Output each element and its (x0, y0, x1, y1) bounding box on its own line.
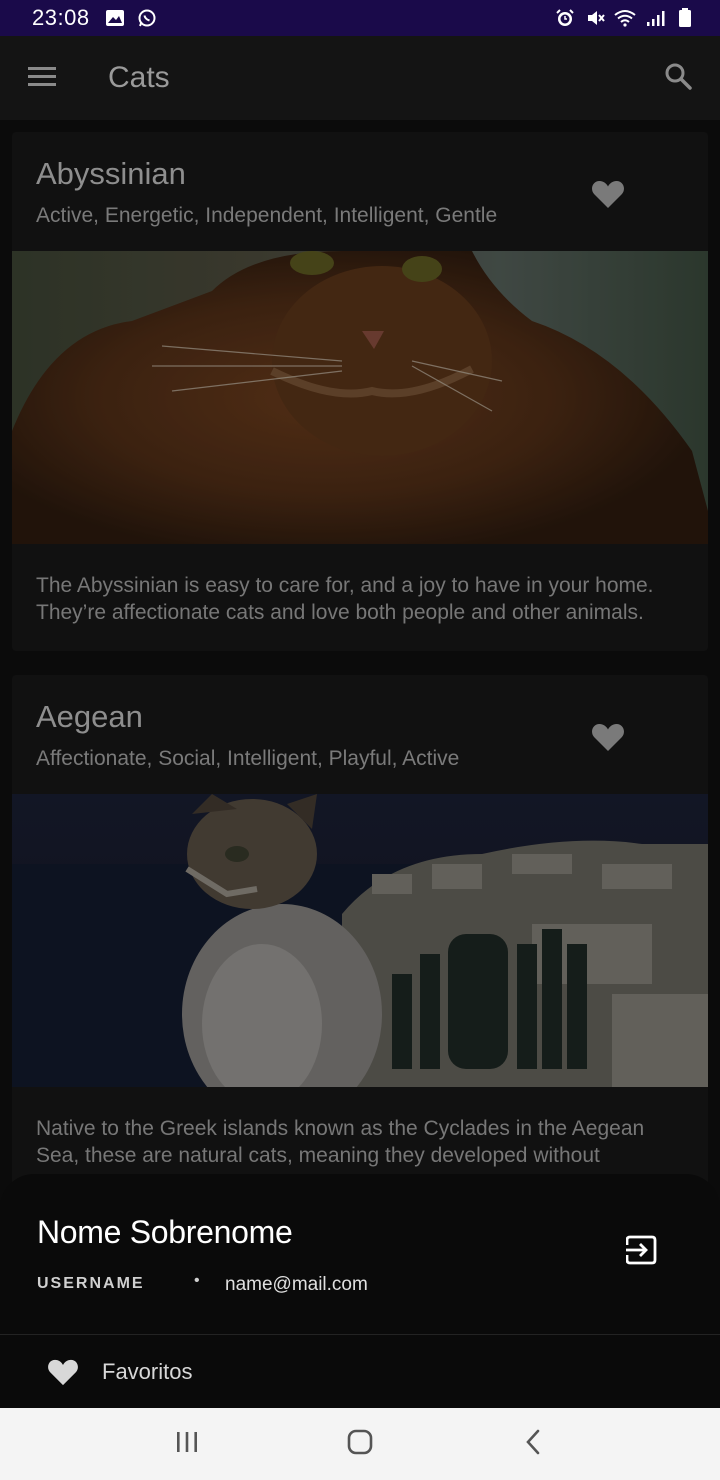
heart-icon (46, 1357, 80, 1387)
status-left-icons (104, 7, 158, 29)
recent-apps-button[interactable] (157, 1414, 217, 1474)
favorite-button[interactable] (580, 168, 636, 224)
card-header: Aegean Affectionate, Social, Intelligent… (12, 675, 708, 794)
menu-item-favoritos[interactable]: Favoritos (0, 1335, 720, 1408)
description-line: They’re affectionate cats and love both … (36, 601, 644, 624)
page-title: Cats (108, 61, 170, 94)
app-bar: Cats (0, 36, 720, 120)
favorite-button[interactable] (580, 711, 636, 767)
search-button[interactable] (636, 36, 720, 120)
gallery-icon (104, 7, 126, 29)
cat-description: The Abyssinian is easy to care for, and … (12, 544, 708, 626)
heart-icon (591, 179, 625, 214)
logout-icon (625, 1235, 658, 1270)
search-icon (664, 62, 692, 95)
navigation-bottom-sheet: Nome Sobrenome USERNAME • name@mail.com … (0, 1174, 720, 1408)
back-button[interactable] (503, 1414, 563, 1474)
recent-apps-icon (174, 1430, 200, 1459)
menu-button[interactable] (0, 36, 84, 120)
logout-button[interactable] (612, 1226, 672, 1278)
menu-item-label: Favoritos (102, 1358, 193, 1384)
status-right-icons (554, 7, 696, 29)
cat-card[interactable]: Abyssinian Active, Energetic, Independen… (12, 132, 708, 651)
home-icon (346, 1428, 374, 1461)
whatsapp-icon (136, 7, 158, 29)
battery-icon (674, 7, 696, 29)
separator-dot: • (194, 1272, 200, 1289)
user-email: name@mail.com (225, 1274, 368, 1295)
card-header: Abyssinian Active, Energetic, Independen… (12, 132, 708, 251)
signal-icon (644, 7, 666, 29)
wifi-icon (614, 7, 636, 29)
alarm-icon (554, 7, 576, 29)
cat-photo (12, 794, 708, 1087)
description-line: Sea, these are natural cats, meaning the… (36, 1144, 600, 1167)
username-label: USERNAME (37, 1275, 145, 1292)
system-navigation-bar (0, 1408, 720, 1480)
cat-photo (12, 251, 708, 544)
description-line: Native to the Greek islands known as the… (36, 1117, 645, 1140)
home-button[interactable] (330, 1414, 390, 1474)
mute-icon (584, 7, 606, 29)
back-icon (523, 1428, 543, 1461)
cat-description: Native to the Greek islands known as the… (12, 1087, 708, 1169)
user-name: Nome Sobrenome (37, 1214, 293, 1250)
hamburger-menu-icon (27, 65, 57, 92)
status-bar: 23:08 (0, 0, 720, 36)
status-time: 23:08 (32, 5, 90, 30)
description-line: The Abyssinian is easy to care for, and … (36, 574, 654, 597)
heart-icon (591, 722, 625, 757)
